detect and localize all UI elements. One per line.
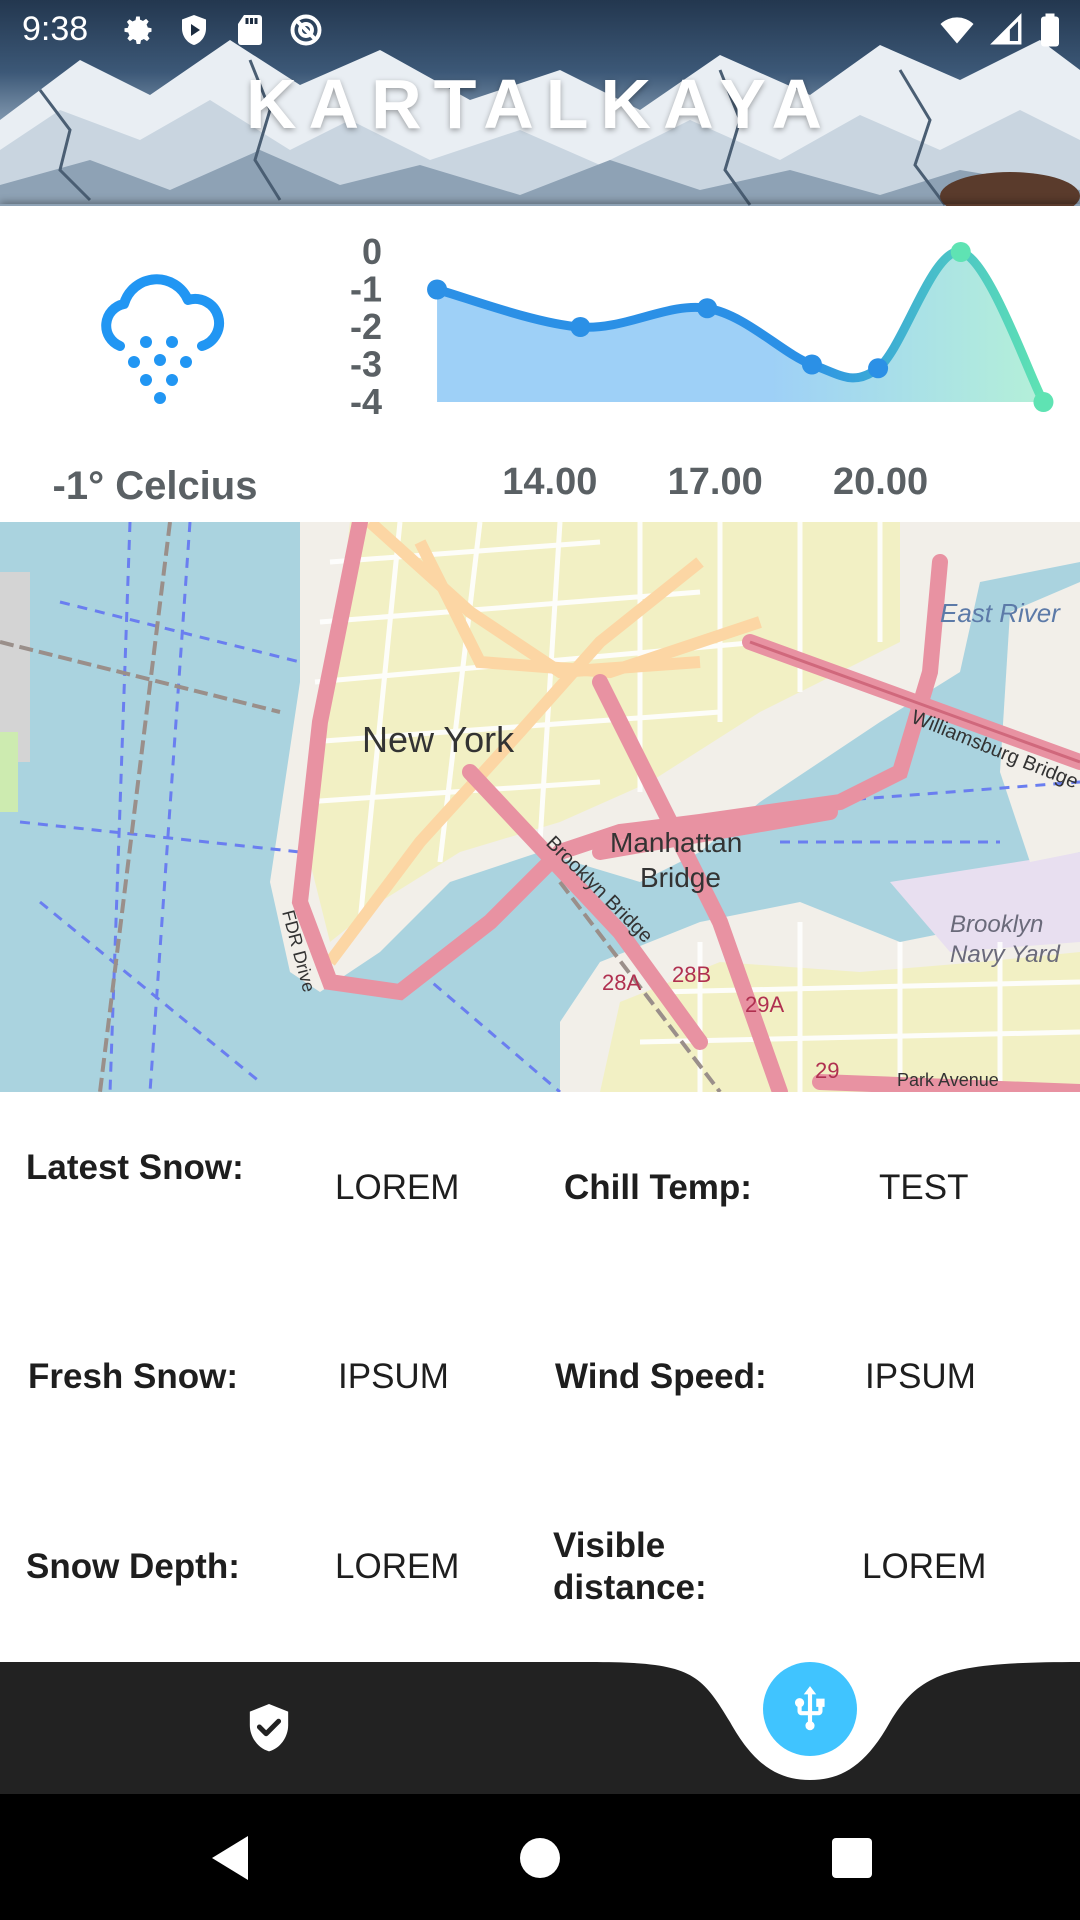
y-tick-label: -4 [350,381,382,422]
bottom-navigation-bar [0,1662,1080,1794]
chart-data-point [697,298,718,319]
home-icon[interactable] [520,1838,560,1878]
status-bar: 9:38 [0,0,1080,62]
snow-depth-label: Snow Depth: [26,1547,240,1586]
map-label-exit-28b: 28B [672,962,711,987]
snow-depth-value: LOREM [335,1547,460,1586]
chart-data-point [570,317,591,337]
y-tick-label: -1 [350,269,382,310]
chart-data-point [1033,392,1054,412]
fresh-snow-value: IPSUM [338,1357,449,1396]
status-time: 9:38 [22,10,89,48]
weather-panel: -1° Celcius 0 -1 -2 -3 -4 14.00 17.00 20.00 [0,214,1080,520]
map-label-east-river: East River [940,598,1061,628]
fresh-snow-label: Fresh Snow: [28,1357,239,1396]
map-label-manhattan: Manhattan [610,827,742,858]
x-tick-label: 17.00 [668,461,763,503]
map-label-exit-28a: 28A [602,970,641,995]
chart-data-point [427,279,448,300]
y-tick-label: -3 [350,344,382,385]
chart-data-point [801,354,822,375]
map-label-bridge: Bridge [640,862,721,893]
map-label-park-avenue: Park Avenue [897,1070,999,1090]
chart-data-point [868,358,889,379]
shield-check-icon[interactable] [246,1702,292,1752]
street-map[interactable]: New York Manhattan Bridge East River Bro… [0,522,1080,1092]
temperature-chart: 0-1-2-3-4 14.00 17.00 20.00 [350,231,1054,503]
cell-signal-icon [990,13,1022,45]
wind-speed-label: Wind Speed: [555,1357,767,1396]
chart-area-fill [437,251,1044,402]
chart-data-point [950,242,971,262]
usb-icon [795,1686,825,1731]
latest-snow-label: Latest Snow: [26,1148,244,1187]
header-banner: 9:38 KARTALKAYA [0,0,1080,206]
map-label-navy-yard: Navy Yard [950,941,1060,968]
gear-icon [124,16,152,44]
map-label-new-york: New York [362,719,515,760]
snow-cloud-icon [101,274,225,404]
recents-icon[interactable] [832,1838,872,1878]
y-tick-label: 0 [362,231,382,272]
system-navigation-bar [0,1794,1080,1920]
wifi-icon [940,17,974,44]
y-tick-label: -2 [350,306,382,347]
chill-temp-value: TEST [879,1168,969,1207]
chill-temp-label: Chill Temp: [564,1168,752,1207]
snow-info-grid: Latest Snow: LOREM Chill Temp: TEST Fres… [0,1092,1080,1662]
map-label-exit-29: 29 [815,1058,839,1083]
back-icon[interactable] [208,1834,252,1882]
at-sign-icon [290,14,322,46]
map-label-brooklyn: Brooklyn [950,911,1043,938]
x-tick-label: 14.00 [502,461,597,503]
visible-distance-label: Visible distance: [553,1526,707,1607]
usb-action-button[interactable] [763,1662,857,1756]
map-label-exit-29a: 29A [745,992,784,1017]
wind-speed-value: IPSUM [865,1357,976,1396]
sd-card-icon [238,15,262,45]
visible-distance-value: LOREM [862,1547,987,1586]
map-view[interactable]: New York Manhattan Bridge East River Bro… [0,522,1080,1092]
temperature-readout: -1° Celcius [52,464,258,508]
resort-title: KARTALKAYA [245,65,835,143]
x-tick-label: 20.00 [833,461,928,503]
latest-snow-value: LOREM [335,1168,460,1207]
play-protect-icon [182,15,206,45]
battery-icon [1041,13,1059,47]
bottom-bar-background [0,1662,1080,1794]
